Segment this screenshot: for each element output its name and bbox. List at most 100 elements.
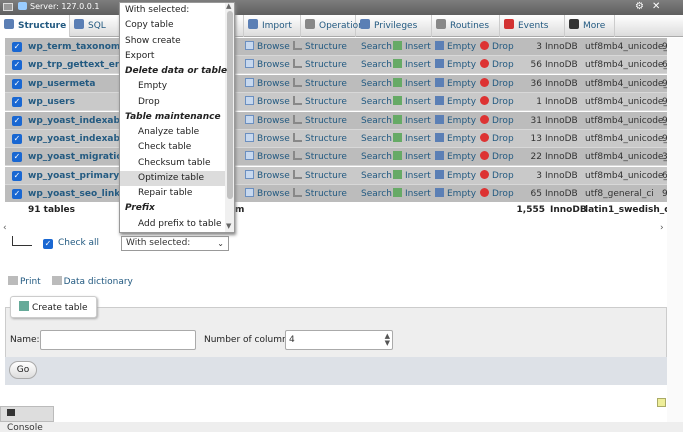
browse-action[interactable]: Browse [245,93,290,110]
drop-action[interactable]: Drop [480,130,514,147]
structure-action[interactable]: Structure [293,38,347,55]
tab-more[interactable]: More [565,15,615,37]
drop-action[interactable]: Drop [480,38,514,55]
right-scroll-track[interactable] [667,38,683,422]
columns-count-input[interactable]: 4 ▲ ▼ [285,330,393,350]
search-action[interactable]: Search [349,130,392,147]
console-tab[interactable]: Console [0,406,54,433]
row-checkbox[interactable]: ✓ [12,170,22,181]
tab-import[interactable]: Import [244,15,301,37]
empty-action[interactable]: Empty [435,185,476,202]
row-checkbox[interactable]: ✓ [12,152,22,163]
dropdown-option[interactable]: Empty [120,79,225,94]
insert-action[interactable]: Insert [393,56,431,73]
dropdown-option[interactable]: Drop [120,95,225,110]
table-name-input[interactable] [40,330,196,350]
structure-action[interactable]: Structure [293,56,347,73]
structure-action[interactable]: Structure [293,93,347,110]
empty-action[interactable]: Empty [435,112,476,129]
browse-action[interactable]: Browse [245,38,290,55]
browse-action[interactable]: Browse [245,148,290,165]
structure-action[interactable]: Structure [293,112,347,129]
browse-action[interactable]: Browse [245,167,290,184]
dropdown-option[interactable]: Repair table [120,186,225,201]
scroll-right-icon[interactable]: › [660,223,664,233]
search-action[interactable]: Search [349,148,392,165]
dropdown-scroll-thumb[interactable] [227,11,233,199]
empty-action[interactable]: Empty [435,75,476,92]
drop-action[interactable]: Drop [480,56,514,73]
insert-action[interactable]: Insert [393,75,431,92]
table-row[interactable]: ✓ wp_term_taxonomy Browse Structure Search In… [5,38,667,56]
table-name-link[interactable]: wp_usermeta [28,75,95,92]
table-row[interactable]: ✓ wp_trp_gettext_en_us Browse Structure Sear… [5,56,667,75]
insert-action[interactable]: Insert [393,130,431,147]
row-checkbox[interactable]: ✓ [12,78,22,89]
drop-action[interactable]: Drop [480,93,514,110]
search-action[interactable]: Search [349,112,392,129]
check-all-checkbox[interactable]: ✓ [43,239,53,249]
drop-action[interactable]: Drop [480,75,514,92]
browse-action[interactable]: Browse [245,185,290,202]
tab-structure[interactable]: Structure [0,15,70,37]
dropdown-option[interactable]: Optimize table [120,170,225,186]
table-name-link[interactable]: wp_term_taxonomy [28,38,126,55]
search-action[interactable]: Search [349,56,392,73]
table-row[interactable]: ✓ wp_users Browse Structure Search Insert Empt… [5,93,667,112]
check-all-label[interactable]: Check all [58,238,99,248]
table-name-link[interactable]: wp_users [28,93,75,110]
dropdown-option[interactable]: Add prefix to table [120,217,225,232]
tab-sql[interactable]: SQL [70,15,121,37]
print-link[interactable]: Print [8,276,41,287]
row-checkbox[interactable]: ✓ [12,189,22,200]
dropdown-option[interactable]: Copy table [120,18,225,33]
with-selected-select[interactable]: With selected: ⌄ [121,236,229,251]
insert-action[interactable]: Insert [393,112,431,129]
data-dictionary-link[interactable]: Data dictionary [51,276,133,287]
structure-action[interactable]: Structure [293,130,347,147]
insert-action[interactable]: Insert [393,148,431,165]
tab-events[interactable]: Events [500,15,565,37]
tab-privileges[interactable]: Privileges [356,15,432,37]
row-checkbox[interactable]: ✓ [12,134,22,144]
structure-action[interactable]: Structure [293,185,347,202]
table-row[interactable]: ✓ wp_yoast_migrations Browse Structure Searc… [5,148,667,167]
insert-action[interactable]: Insert [393,185,431,202]
scroll-down-icon[interactable]: ▼ [226,222,231,230]
close-icon[interactable]: ✕ [652,1,660,12]
spinner-icon[interactable]: ▲ ▼ [385,333,390,347]
dropdown-option[interactable]: Show create [120,34,225,49]
drop-action[interactable]: Drop [480,148,514,165]
empty-action[interactable]: Empty [435,56,476,73]
browse-action[interactable]: Browse [245,130,290,147]
empty-action[interactable]: Empty [435,148,476,165]
search-action[interactable]: Search [349,167,392,184]
structure-action[interactable]: Structure [293,148,347,165]
browse-action[interactable]: Browse [245,112,290,129]
dropdown-scrollbar[interactable]: ▲ ▼ [225,3,234,232]
search-action[interactable]: Search [349,93,392,110]
table-row[interactable]: ✓ wp_yoast_indexable_h Browse Structure Sear… [5,130,667,148]
dropdown-option[interactable]: With selected: [120,3,225,18]
drop-action[interactable]: Drop [480,167,514,184]
structure-action[interactable]: Structure [293,167,347,184]
table-name-link[interactable]: wp_yoast_indexable [28,112,129,129]
tab-operations[interactable]: Operations [301,15,368,37]
dropdown-option[interactable]: Export [120,49,225,64]
tab-routines[interactable]: Routines [432,15,500,37]
insert-action[interactable]: Insert [393,38,431,55]
row-checkbox[interactable]: ✓ [12,42,22,52]
gear-icon[interactable]: ⚙ [635,1,644,12]
empty-action[interactable]: Empty [435,38,476,55]
dropdown-option[interactable]: Checksum table [120,156,225,171]
drop-action[interactable]: Drop [480,185,514,202]
horizontal-scrollbar[interactable]: ‹ › [0,223,667,234]
scroll-left-icon[interactable]: ‹ [3,223,7,233]
go-button[interactable]: Go [9,361,37,379]
scroll-up-icon[interactable]: ▲ [226,3,231,10]
browse-action[interactable]: Browse [245,56,290,73]
row-checkbox[interactable]: ✓ [12,60,22,71]
table-row[interactable]: ✓ wp_yoast_primary_terr Browse Structure Sea… [5,166,667,185]
insert-action[interactable]: Insert [393,93,431,110]
table-row[interactable]: ✓ wp_yoast_indexable Browse Structure Search… [5,111,667,130]
